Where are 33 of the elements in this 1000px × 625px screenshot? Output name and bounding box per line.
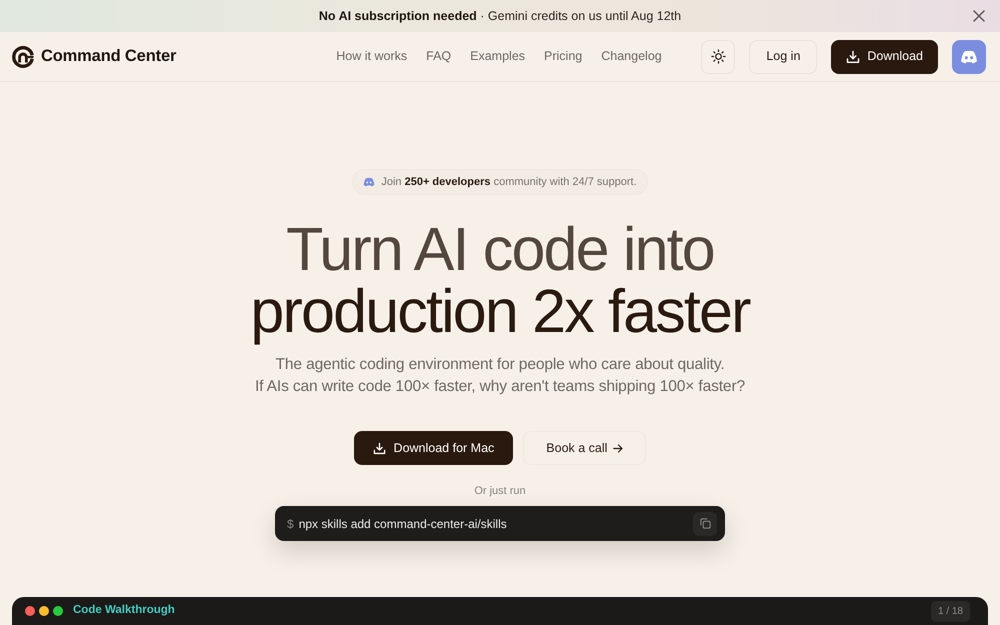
login-button[interactable]: Log in (749, 40, 818, 74)
community-button[interactable] (952, 40, 986, 74)
nav-link[interactable]: Examples (470, 47, 526, 66)
controller-face-icon (960, 50, 978, 64)
controller-face-icon (363, 177, 376, 187)
logo-icon (12, 46, 34, 68)
command-prompt: $ (287, 516, 294, 532)
walkthrough-title: Code Walkthrough (73, 603, 175, 618)
copy-icon (700, 518, 710, 529)
download-for-mac-button[interactable]: Download for Mac (354, 431, 514, 465)
arrow-right-icon (613, 444, 624, 452)
announcement-text: No AI subscription needed · Gemini credits on us until Aug 12th (318, 8, 682, 25)
install-label: Or just run (474, 484, 526, 499)
hero-subtitle: The agentic coding environment for people who care about quality. If AIs can write code 100× faster, why aren't teams shipping 100× faster? (254, 355, 745, 397)
nav-link[interactable]: Pricing (544, 47, 582, 66)
book-call-button[interactable]: Book a call (523, 431, 646, 465)
close-icon (973, 10, 985, 22)
download-button[interactable]: Download (831, 40, 938, 74)
nav-link[interactable]: How it works (336, 47, 408, 66)
minimize-dot-icon (39, 606, 49, 616)
theme-toggle-button[interactable] (701, 40, 736, 74)
nav-link[interactable]: FAQ (426, 47, 452, 66)
copy-button[interactable] (693, 512, 717, 536)
zoom-dot-icon (53, 606, 63, 616)
sun-icon (710, 49, 726, 64)
download-icon (846, 50, 860, 64)
community-text: Join 250+ developers community with 24/7 support. (381, 174, 637, 190)
slide-counter: 1 / 18 (930, 600, 970, 622)
nav-link[interactable]: Changelog (601, 47, 662, 66)
close-dot-icon (25, 606, 35, 616)
command-text: npx skills add command-center-ai/skills (298, 516, 508, 532)
brand-name[interactable]: Command Center (41, 44, 176, 69)
download-icon (372, 442, 386, 454)
